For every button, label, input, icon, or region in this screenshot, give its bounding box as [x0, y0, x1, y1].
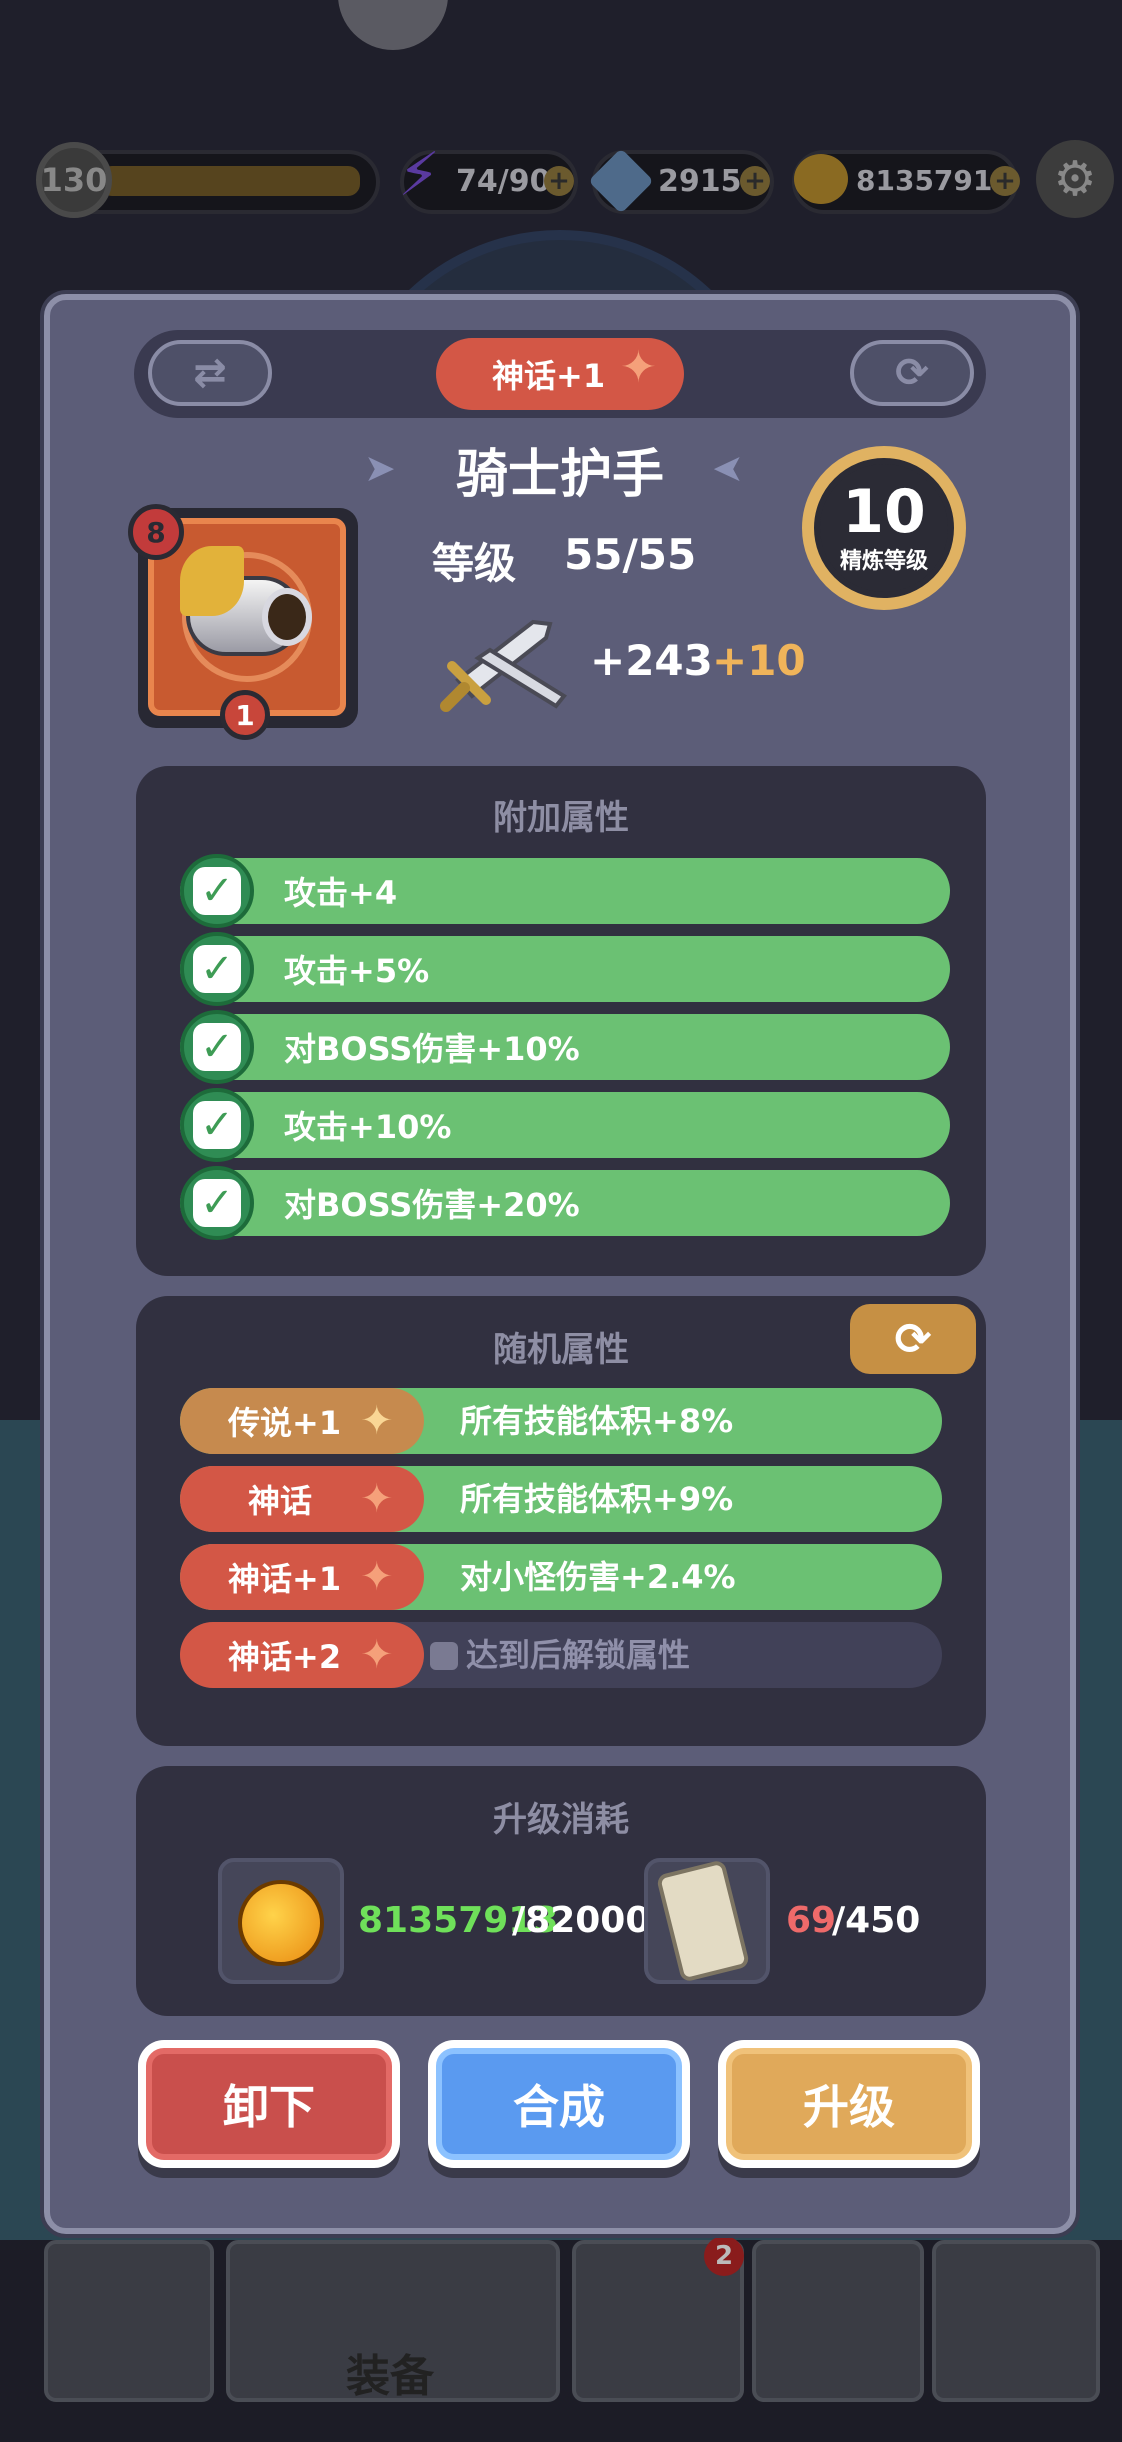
lightning-icon: ⚡	[398, 140, 441, 210]
attack-stat: +243	[590, 636, 713, 685]
attack-bonus: +10	[712, 636, 806, 685]
experience-bar	[100, 166, 360, 196]
player-level-badge: 130	[36, 142, 112, 218]
check-icon: ✓	[180, 1088, 254, 1162]
swap-icon: ⇄	[193, 350, 227, 396]
refine-level-value: 10	[842, 477, 926, 547]
extra-attribute-label: 攻击+4	[284, 874, 398, 912]
extra-attribute-row: 攻击+10%	[180, 1092, 950, 1158]
random-attribute-text: 所有技能体积+8%	[460, 1402, 734, 1440]
level-value: 55/55	[564, 530, 697, 579]
gold-required: /82000	[512, 1900, 651, 1941]
notification-badge: 2	[704, 2236, 744, 2276]
next-item-button[interactable]: ⟳	[850, 340, 974, 406]
extra-attribute-row: 攻击+4	[180, 858, 950, 924]
gems-value: 2915	[658, 164, 742, 199]
scroll-required: /450	[832, 1900, 921, 1941]
attack-sword-icon	[440, 619, 567, 712]
extra-attribute-label: 攻击+10%	[284, 1108, 452, 1146]
locked-attribute-text: 达到后解锁属性	[466, 1636, 691, 1674]
add-energy-button[interactable]: +	[544, 166, 574, 196]
sparkle-icon: ✦	[360, 1632, 394, 1678]
level-label: 等级	[432, 539, 517, 588]
rarity-label: 神话+1	[492, 357, 606, 395]
scroll-owned: 69	[786, 1900, 837, 1941]
extra-attributes-title: 附加属性	[493, 798, 629, 838]
nav-tab-temple[interactable]	[932, 2240, 1100, 2402]
combine-button-label: 合成	[436, 2048, 682, 2160]
gold-coin-icon	[238, 1880, 324, 1966]
item-type-badge: 8	[128, 504, 184, 560]
rarity-tag-label: 传说+1	[228, 1404, 342, 1442]
reroll-attributes-button[interactable]: ⟳	[850, 1304, 976, 1374]
item-name: 骑士护手	[455, 445, 664, 505]
random-attribute-text: 对小怪伤害+2.4%	[460, 1558, 736, 1596]
unequip-button-label: 卸下	[146, 2048, 392, 2160]
random-attribute-text: 所有技能体积+9%	[460, 1480, 734, 1518]
unequip-button[interactable]: 卸下	[138, 2040, 400, 2168]
add-gems-button[interactable]: +	[740, 166, 770, 196]
check-icon: ✓	[180, 932, 254, 1006]
item-type-badge-value: 8	[146, 515, 166, 549]
lock-icon	[430, 1642, 458, 1670]
sparkle-icon: ✦	[360, 1554, 394, 1600]
check-icon: ✓	[180, 1166, 254, 1240]
extra-attribute-row: 对BOSS伤害+10%	[180, 1014, 950, 1080]
upgrade-button[interactable]: 升级	[718, 2040, 980, 2168]
item-count-badge: 1	[220, 690, 270, 740]
rarity-tag-label: 神话+1	[228, 1560, 342, 1598]
extra-attribute-label: 对BOSS伤害+20%	[284, 1186, 580, 1224]
refine-level-badge[interactable]: 10 精炼等级	[802, 446, 966, 610]
gear-icon[interactable]: ⚙	[1036, 140, 1114, 218]
add-gold-button[interactable]: +	[990, 166, 1020, 196]
extra-attribute-row: 对BOSS伤害+20%	[180, 1170, 950, 1236]
sparkle-icon: ✦	[360, 1476, 394, 1522]
extra-attribute-label: 攻击+5%	[284, 952, 430, 990]
gold-value: 81357913	[856, 164, 1012, 197]
gold-icon	[794, 154, 848, 204]
cycle-icon: ⟳	[895, 350, 929, 396]
nav-tab-skills[interactable]	[752, 2240, 924, 2402]
player-level: 130	[40, 161, 108, 199]
refine-level-label: 精炼等级	[839, 549, 928, 574]
rarity-tag-label: 神话+2	[228, 1638, 342, 1676]
combine-button[interactable]: 合成	[428, 2040, 690, 2168]
extra-attribute-row: 攻击+5%	[180, 936, 950, 1002]
energy-value: 74/90	[456, 164, 551, 199]
sparkle-icon: ✦	[620, 342, 657, 393]
gauntlet-opening	[262, 588, 312, 646]
check-icon: ✓	[180, 1010, 254, 1084]
rarity-tag-label: 神话	[248, 1482, 313, 1520]
refresh-icon: ⟳	[894, 1313, 932, 1365]
upgrade-button-label: 升级	[726, 2048, 972, 2160]
previous-item-button[interactable]: ⇄	[148, 340, 272, 406]
check-icon: ✓	[180, 854, 254, 928]
gauntlet-wing-decoration	[180, 546, 244, 616]
wing-right-icon: ➤	[712, 446, 744, 490]
sparkle-icon: ✦	[360, 1398, 394, 1444]
extra-attribute-label: 对BOSS伤害+10%	[284, 1030, 580, 1068]
nav-tab-equipment-label: 装备	[346, 2351, 434, 2402]
upgrade-cost-title: 升级消耗	[493, 1800, 629, 1840]
nav-tab-shop[interactable]	[44, 2240, 214, 2402]
